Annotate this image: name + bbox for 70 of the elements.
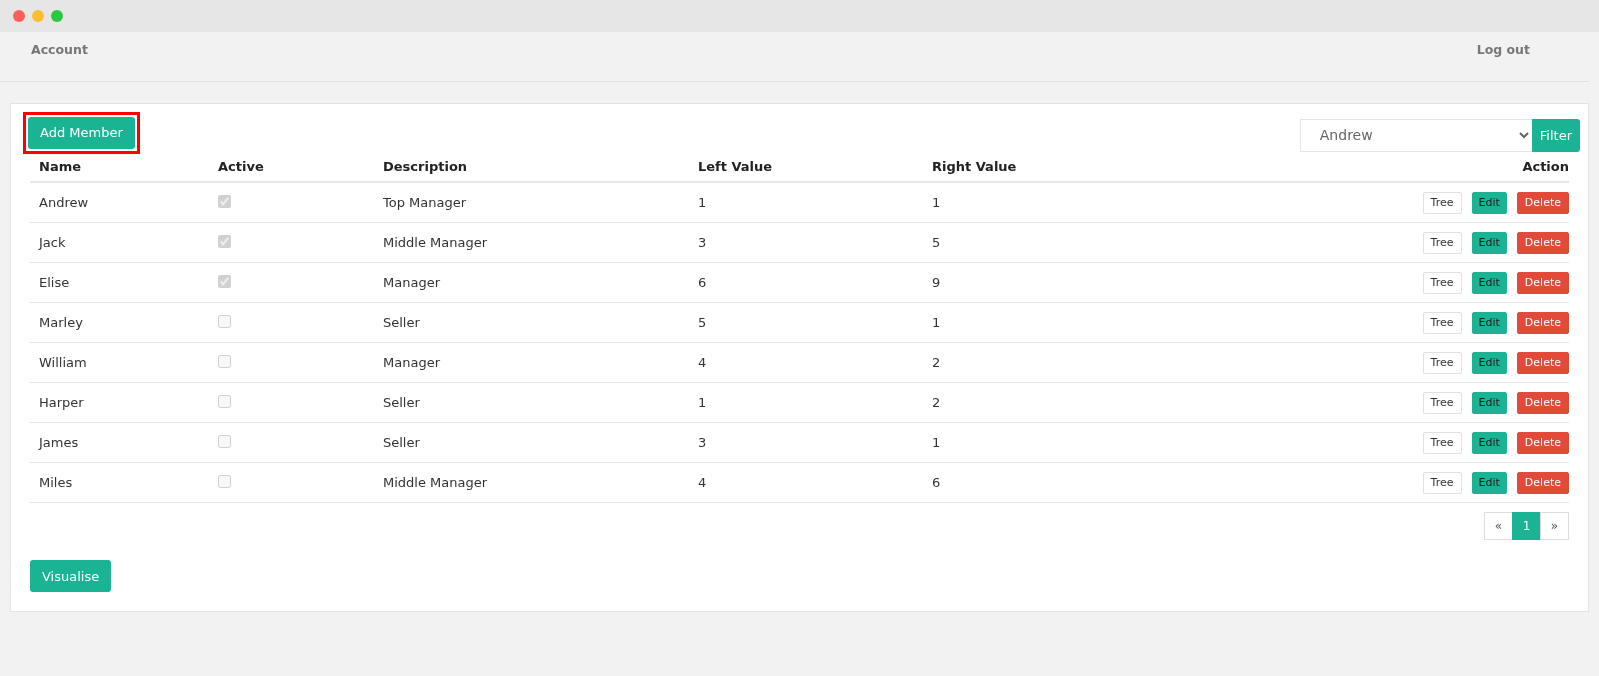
table-cell: 4 xyxy=(698,475,707,490)
delete-button[interactable]: Delete xyxy=(1516,391,1569,414)
maximize-icon[interactable] xyxy=(51,10,63,22)
edit-button[interactable]: Edit xyxy=(1471,311,1507,334)
table-cell: Seller xyxy=(383,435,420,450)
member-select[interactable]: Andrew xyxy=(1299,118,1532,152)
column-header: Active xyxy=(209,154,374,182)
table-cell: Jack xyxy=(39,235,66,250)
minimize-icon[interactable] xyxy=(32,10,44,22)
edit-button[interactable]: Edit xyxy=(1471,191,1507,214)
account-link[interactable]: Account xyxy=(31,42,88,60)
table-cell: 6 xyxy=(932,475,941,490)
table-cell: Andrew xyxy=(39,195,89,210)
delete-button[interactable]: Delete xyxy=(1516,311,1569,334)
table-cell: Manager xyxy=(383,355,440,370)
tree-button[interactable]: Tree xyxy=(1422,431,1462,454)
table-cell: Middle Manager xyxy=(383,475,488,490)
page-button[interactable]: » xyxy=(1540,512,1569,540)
table-cell: Miles xyxy=(39,475,73,490)
table-cell: James xyxy=(39,435,79,450)
table-cell: 1 xyxy=(932,435,941,450)
table-cell: 1 xyxy=(932,195,941,210)
edit-button[interactable]: Edit xyxy=(1471,351,1507,374)
tree-button[interactable]: Tree xyxy=(1422,191,1462,214)
table-cell: 5 xyxy=(698,315,707,330)
table-cell: 1 xyxy=(698,195,707,210)
column-header: Right Value xyxy=(923,154,1180,182)
page-button[interactable]: « xyxy=(1484,512,1513,540)
logout-link[interactable]: Log out xyxy=(1476,42,1530,60)
table-cell: 1 xyxy=(932,315,941,330)
delete-button[interactable]: Delete xyxy=(1516,351,1569,374)
table-cell: Middle Manager xyxy=(383,235,488,250)
table-cell: Harper xyxy=(39,395,84,410)
column-header: Action xyxy=(1179,154,1569,182)
table-cell: 3 xyxy=(698,235,707,250)
column-header: Left Value xyxy=(689,154,923,182)
tree-button[interactable]: Tree xyxy=(1422,271,1462,294)
table-cell: 5 xyxy=(932,235,941,250)
table-cell: Elise xyxy=(39,275,70,290)
table-cell: Marley xyxy=(39,315,83,330)
delete-button[interactable]: Delete xyxy=(1516,231,1569,254)
column-header: Name xyxy=(30,154,209,182)
delete-button[interactable]: Delete xyxy=(1516,271,1569,294)
table-cell: Manager xyxy=(383,275,440,290)
table-cell: 4 xyxy=(698,355,707,370)
table-cell: 2 xyxy=(932,395,941,410)
delete-button[interactable]: Delete xyxy=(1516,191,1569,214)
table-cell: 1 xyxy=(698,395,707,410)
column-header: Description xyxy=(374,154,689,182)
tree-button[interactable]: Tree xyxy=(1422,311,1462,334)
table-cell: 2 xyxy=(932,355,941,370)
table-cell: Seller xyxy=(383,315,420,330)
tree-button[interactable]: Tree xyxy=(1422,351,1462,374)
table-cell: Seller xyxy=(383,395,420,410)
edit-button[interactable]: Edit xyxy=(1471,431,1507,454)
edit-button[interactable]: Edit xyxy=(1471,391,1507,414)
table-cell: William xyxy=(39,355,87,370)
table-cell: 9 xyxy=(932,275,941,290)
table-cell: 6 xyxy=(698,275,707,290)
delete-button[interactable]: Delete xyxy=(1516,431,1569,454)
tree-button[interactable]: Tree xyxy=(1422,231,1462,254)
delete-button[interactable]: Delete xyxy=(1516,471,1569,494)
edit-button[interactable]: Edit xyxy=(1471,271,1507,294)
close-icon[interactable] xyxy=(13,10,25,22)
edit-button[interactable]: Edit xyxy=(1471,471,1507,494)
table-cell: Top Manager xyxy=(383,195,467,210)
tree-button[interactable]: Tree xyxy=(1422,391,1462,414)
table-cell: 3 xyxy=(698,435,707,450)
tree-button[interactable]: Tree xyxy=(1422,471,1462,494)
edit-button[interactable]: Edit xyxy=(1471,231,1507,254)
